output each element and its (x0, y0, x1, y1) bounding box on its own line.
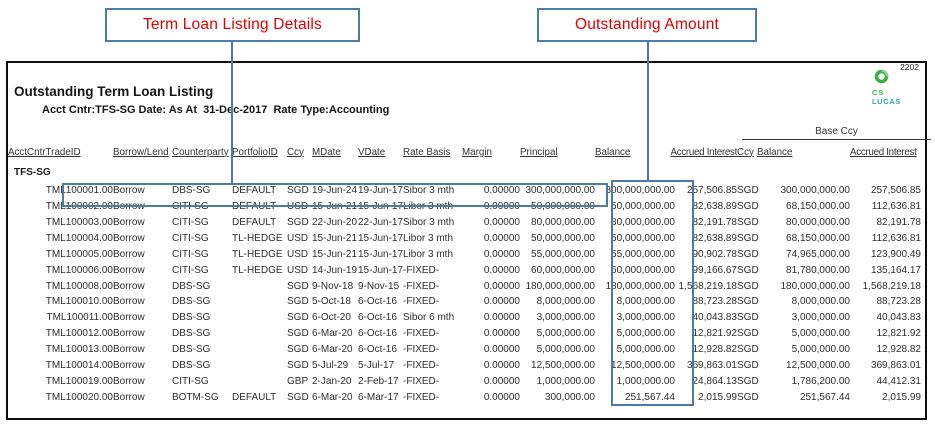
table-row: TML100013.00 Borrow DBS-SG SGD 6-Mar-20 6-Oc… (45, 344, 921, 356)
table-row: TML100003.00 Borrow CITI-SG DEFAULT SGD 22-J… (45, 217, 921, 229)
column-header-accrued-interest: Accrued Interest (670, 146, 737, 158)
group-row-label: TFS-SG (14, 167, 51, 178)
column-header-acctcntrtradeid: AcctCntrTradeID (8, 146, 81, 158)
column-header-counterparty: Counterparty (172, 146, 229, 158)
logo-text-lucas: LUCAS (872, 96, 901, 106)
table-row: TML100012.00 Borrow DBS-SG SGD 6-Mar-20 6-Oc… (45, 328, 921, 340)
column-header-ccy: Ccy (287, 146, 304, 158)
highlight-box-balance-column (611, 180, 694, 406)
page: Term Loan Listing Details Outstanding Am… (0, 0, 935, 426)
column-header-base-balance: Balance (757, 146, 793, 158)
column-header-mdate: MDate (312, 146, 341, 158)
column-header-borrowlend: Borrow/Lend (113, 146, 169, 158)
table-row: TML100005.00 Borrow CITI-SG TL-HEDGE USD 15-… (45, 248, 921, 260)
table-row: TML100011.00 Borrow DBS-SG SGD 6-Oct-20 6-Oc… (46, 312, 921, 324)
column-header-portfolioid: PortfolioID (232, 146, 278, 158)
column-header-vdate: VDate (358, 146, 386, 158)
column-header-base-ccy: Ccy (737, 146, 754, 158)
page-number: 2202 (900, 62, 919, 72)
logo-circle-icon (874, 69, 901, 88)
table-row: TML100019.00 Borrow CITI-SG GBP 2-Jan-20 2-F… (45, 375, 921, 387)
loan-table: AcctCntrTradeID Borrow/Lend Counterparty… (8, 142, 921, 405)
callout-details-label: Term Loan Listing Details (142, 16, 323, 33)
column-header-principal: Principal (520, 146, 558, 158)
table-row: TML100020.00 Borrow BOTM-SG DEFAULT SGD 6-Ma… (45, 391, 921, 403)
column-header-rate-basis: Rate Basis (403, 146, 451, 158)
table-row: TML100014.00 Borrow DBS-SG SGD 5-Jul-29 5-Ju… (45, 359, 921, 371)
column-header-balance: Balance (595, 146, 631, 158)
table-row: TML100010.00 Borrow DBS-SG SGD 5-Oct-18 6-Oc… (45, 296, 921, 308)
report-subtitle: Acct Cntr:TFS-SG Date: As At 31-Dec-2017… (42, 104, 390, 116)
callout-box-outstanding: Outstanding Amount (537, 8, 757, 42)
cs-lucas-logo: CS LUCAS (872, 69, 901, 105)
table-row: TML100006.00 Borrow CITI-SG TL-HEDGE USD 14-… (45, 264, 921, 276)
table-row: TML100004.00 Borrow CITI-SG TL-HEDGE USD 15-… (45, 233, 921, 244)
column-header-margin: Margin (462, 146, 492, 158)
base-ccy-group-header: Base Ccy (742, 126, 931, 140)
callout-connector-line-outstanding (647, 42, 649, 180)
table-row: TML100008.00 Borrow DBS-SG SGD 9-Nov-18 9-No… (45, 280, 921, 292)
callout-box-details: Term Loan Listing Details (105, 8, 360, 42)
column-header-row: AcctCntrTradeID Borrow/Lend Counterparty… (8, 142, 921, 162)
highlight-box-first-row (62, 183, 608, 207)
column-header-base-accrued-interest: Accrued Interest (850, 146, 917, 158)
callout-connector-line-details (231, 42, 233, 183)
logo-text-cs: CS (872, 88, 885, 97)
report-title: Outstanding Term Loan Listing (14, 84, 214, 99)
group-row-tfs-sg: TFS-SG (8, 162, 921, 183)
callout-outstanding-label: Outstanding Amount (574, 16, 720, 33)
